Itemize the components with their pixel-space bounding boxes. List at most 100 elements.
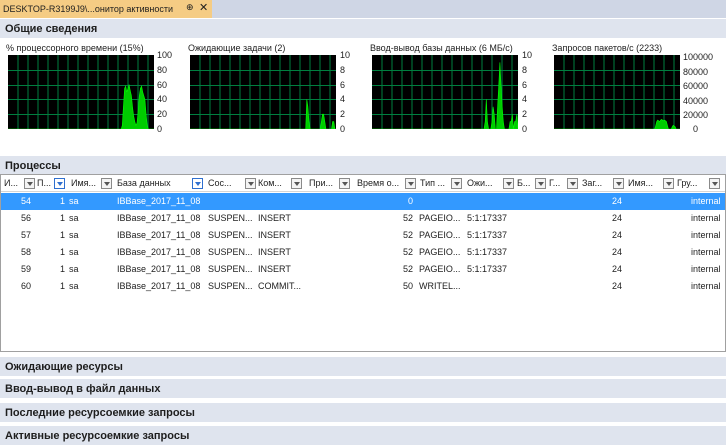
- section-active-queries-header[interactable]: Активные ресурсоемкие запросы: [0, 426, 726, 445]
- column-filter-dropdown-icon[interactable]: [405, 178, 416, 189]
- cell--1: 1: [59, 247, 65, 257]
- section-recent-queries-header[interactable]: Последние ресурсоемкие запросы: [0, 403, 726, 422]
- column-header-4[interactable]: Сос...: [208, 175, 232, 192]
- activity-monitor-window: DESKTOP-R3199J9\...онитор активности ⊕ ✕…: [0, 0, 726, 445]
- section-file-io-header[interactable]: Ввод-вывод в файл данных: [0, 379, 726, 398]
- column-filter-dropdown-icon[interactable]: [663, 178, 674, 189]
- cell--5: INSERT: [258, 230, 291, 240]
- cell--10: 5:1:17337: [467, 230, 508, 240]
- process-row[interactable]: 56 1 sa IBBase_2017_11_08 SUSPEN... INSERT 52 P…: [1, 210, 725, 227]
- cell--5: INSERT: [258, 247, 291, 257]
- column-filter-dropdown-icon[interactable]: [535, 178, 546, 189]
- section-file-io-title: Ввод-вывод в файл данных: [5, 382, 161, 395]
- cell--0: 57: [20, 230, 31, 240]
- column-filter-dropdown-icon[interactable]: [503, 178, 514, 189]
- cell--4: SUSPEN...: [208, 281, 253, 291]
- column-header-2[interactable]: Имя...: [71, 175, 96, 192]
- wait-tick-2: 2: [340, 109, 346, 119]
- processes-grid: И... П... Имя... База данных Сос... Ком... При…: [0, 174, 726, 352]
- batch-requests-chart: Запросов пакетов/с (2233) 100000 80000 6…: [552, 39, 726, 139]
- column-filter-dropdown-icon[interactable]: [192, 178, 203, 189]
- cell--14: internal: [691, 264, 721, 274]
- cell--3: IBBase_2017_11_08: [117, 213, 201, 223]
- section-processes-header[interactable]: Процессы: [0, 156, 726, 175]
- cpu-tick-100: 100: [157, 50, 173, 60]
- cell--2: sa: [69, 281, 79, 291]
- column-header-12[interactable]: Заг...: [582, 175, 602, 192]
- cell--2: sa: [69, 247, 79, 257]
- cell--2: sa: [69, 213, 79, 223]
- cell--10: 5:1:17337: [467, 213, 508, 223]
- tab-title: DESKTOP-R3199J9\...онитор активности: [3, 4, 174, 14]
- db-io-chart: Ввод-вывод базы данных (6 МБ/с) 10 8 6 4…: [370, 39, 545, 139]
- column-header-13[interactable]: Имя...: [628, 175, 653, 192]
- column-filter-dropdown-icon[interactable]: [24, 178, 35, 189]
- column-filter-dropdown-icon[interactable]: [339, 178, 350, 189]
- cell--12: 24: [611, 230, 622, 240]
- document-tab-strip: DESKTOP-R3199J9\...онитор активности ⊕ ✕: [0, 0, 726, 18]
- section-active-queries-title: Активные ресурсоемкие запросы: [5, 429, 190, 442]
- column-header-11[interactable]: Г...: [549, 175, 560, 192]
- column-header-7[interactable]: Время о...: [357, 175, 399, 192]
- cell--0: 60: [20, 281, 31, 291]
- cell--1: 1: [59, 281, 65, 291]
- column-filter-dropdown-icon[interactable]: [101, 178, 112, 189]
- column-filter-dropdown-icon[interactable]: [613, 178, 624, 189]
- cell--10: 5:1:17337: [467, 247, 508, 257]
- close-icon[interactable]: ✕: [199, 1, 208, 15]
- batch-tick-0: 0: [693, 124, 699, 134]
- process-row[interactable]: 58 1 sa IBBase_2017_11_08 SUSPEN... INSERT 52 P…: [1, 244, 725, 261]
- column-header-5[interactable]: Ком...: [258, 175, 282, 192]
- section-overview-header[interactable]: Общие сведения: [0, 19, 726, 38]
- cell--8: 0: [407, 196, 413, 206]
- cell--1: 1: [59, 264, 65, 274]
- cell--14: internal: [691, 281, 721, 291]
- column-filter-dropdown-icon[interactable]: [54, 178, 65, 189]
- column-header-8[interactable]: Тип ...: [420, 175, 445, 192]
- section-waits-header[interactable]: Ожидающие ресурсы: [0, 357, 726, 376]
- cell--9: PAGEIO...: [419, 230, 461, 240]
- process-row[interactable]: 57 1 sa IBBase_2017_11_08 SUSPEN... INSERT 52 P…: [1, 227, 725, 244]
- cell--5: INSERT: [258, 213, 291, 223]
- process-row[interactable]: 59 1 sa IBBase_2017_11_08 SUSPEN... INSERT 52 P…: [1, 261, 725, 278]
- waiting-tasks-svg: [190, 55, 336, 129]
- column-filter-dropdown-icon[interactable]: [245, 178, 256, 189]
- db-io-chart-title: Ввод-вывод базы данных (6 МБ/с): [370, 43, 513, 53]
- cell--14: internal: [691, 213, 721, 223]
- column-header-6[interactable]: При...: [309, 175, 333, 192]
- cpu-chart-svg: [8, 55, 154, 129]
- cell--5: INSERT: [258, 264, 291, 274]
- column-filter-dropdown-icon[interactable]: [451, 178, 462, 189]
- db-io-plot: [372, 55, 518, 129]
- process-row[interactable]: 54 1 sa IBBase_2017_11_08 0 24 internal: [1, 193, 725, 210]
- column-filter-dropdown-icon[interactable]: [567, 178, 578, 189]
- wait-tick-0: 0: [340, 124, 346, 134]
- cell--4: SUSPEN...: [208, 264, 253, 274]
- cell--0: 58: [20, 247, 31, 257]
- column-header-9[interactable]: Ожи...: [467, 175, 493, 192]
- cell--8: 52: [402, 213, 413, 223]
- column-header-0[interactable]: И...: [4, 175, 18, 192]
- column-filter-dropdown-icon[interactable]: [291, 178, 302, 189]
- column-header-1[interactable]: П...: [37, 175, 51, 192]
- batch-requests-chart-title: Запросов пакетов/с (2233): [552, 43, 663, 53]
- cell--12: 24: [611, 196, 622, 206]
- cpu-tick-60: 60: [157, 80, 168, 90]
- pin-icon[interactable]: ⊕: [186, 2, 194, 13]
- io-tick-6: 6: [522, 80, 528, 90]
- cell--5: COMMIT...: [258, 281, 301, 291]
- column-header-14[interactable]: Гру...: [677, 175, 697, 192]
- batch-tick-80000: 80000: [683, 67, 709, 77]
- cell--2: sa: [69, 264, 79, 274]
- column-filter-dropdown-icon[interactable]: [709, 178, 720, 189]
- column-header-10[interactable]: Б...: [517, 175, 530, 192]
- wait-tick-4: 4: [340, 94, 346, 104]
- cpu-chart-title: % процессорного времени (15%): [6, 43, 144, 53]
- activity-monitor-tab[interactable]: DESKTOP-R3199J9\...онитор активности ⊕ ✕: [0, 0, 212, 18]
- column-header-3[interactable]: База данных: [117, 175, 171, 192]
- cell--1: 1: [59, 196, 65, 206]
- cell--12: 24: [611, 213, 622, 223]
- batch-tick-40000: 40000: [683, 96, 709, 106]
- waiting-tasks-chart: Ожидающие задачи (2) 10 8 6 4 2 0: [188, 39, 363, 139]
- process-row[interactable]: 60 1 sa IBBase_2017_11_08 SUSPEN... COMMIT...…: [1, 278, 725, 295]
